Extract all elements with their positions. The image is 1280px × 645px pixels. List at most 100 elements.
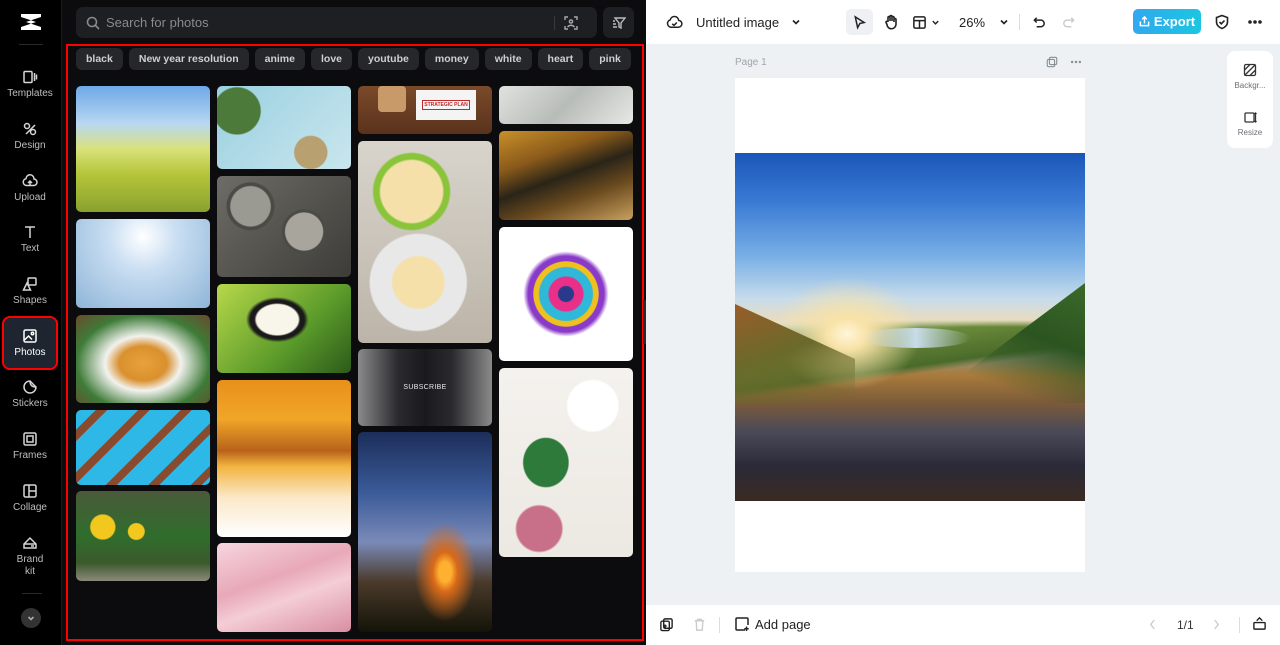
rail-more-button[interactable]	[21, 608, 41, 628]
search-input[interactable]	[106, 15, 546, 30]
rail-item-collage[interactable]: Collage	[4, 473, 56, 523]
select-tool-button[interactable]	[846, 9, 873, 35]
canvas-photo[interactable]	[735, 153, 1085, 501]
add-page-label: Add page	[755, 616, 811, 632]
suggestion-chips: black New year resolution anime love you…	[76, 48, 631, 70]
page-duplicate-button[interactable]	[1046, 56, 1058, 68]
photo-tile[interactable]	[76, 315, 210, 403]
photo-tile[interactable]	[76, 491, 210, 581]
photo-tile[interactable]	[217, 380, 351, 537]
layout-menu-button[interactable]	[912, 11, 940, 33]
photo-tile[interactable]	[76, 410, 210, 485]
photo-tile[interactable]	[358, 432, 492, 632]
rail-item-upload[interactable]: Upload	[4, 163, 56, 213]
filter-button[interactable]	[603, 7, 634, 38]
chip-love[interactable]: love	[311, 48, 353, 70]
rail-item-design[interactable]: Design	[4, 111, 56, 161]
pages-panel-icon	[1253, 616, 1266, 630]
page-more-button[interactable]	[1070, 56, 1082, 68]
rail-item-label: Shapes	[13, 294, 47, 306]
duplicate-icon	[660, 618, 673, 632]
photo-tile[interactable]	[217, 284, 351, 373]
photo-tile[interactable]	[499, 368, 633, 557]
rail-item-templates[interactable]: Templates	[4, 59, 56, 109]
chip-anime[interactable]: anime	[254, 48, 305, 70]
share-upload-icon	[1139, 16, 1150, 27]
delete-page-button[interactable]	[692, 617, 707, 632]
zoom-value: 26%	[959, 14, 986, 30]
chip-money[interactable]: money	[424, 48, 479, 70]
page-indicator: 1/1	[1177, 618, 1194, 632]
rail-item-stickers[interactable]: Stickers	[4, 369, 56, 419]
photo-tile[interactable]	[76, 86, 210, 212]
photo-icon	[22, 328, 38, 344]
capcut-logo-icon[interactable]	[18, 11, 44, 33]
photo-results-area: black New year resolution anime love you…	[66, 44, 644, 641]
canvas-page[interactable]	[735, 78, 1085, 572]
chevron-right-icon	[1214, 619, 1220, 630]
chip-black[interactable]: black	[76, 48, 123, 70]
more-options-button[interactable]	[1244, 11, 1266, 33]
trash-icon	[694, 618, 705, 631]
chevron-down-icon	[1000, 19, 1008, 25]
photo-tile[interactable]	[217, 86, 351, 169]
photo-tile[interactable]	[358, 141, 492, 343]
rail-item-photos[interactable]: Photos	[2, 316, 58, 370]
chip-new-year-resolution[interactable]: New year resolution	[128, 48, 249, 70]
resize-tool-button[interactable]: Resize	[1227, 110, 1273, 137]
rail-item-label: Design	[14, 139, 46, 151]
photo-tile[interactable]	[499, 227, 633, 361]
photo-tile[interactable]	[76, 219, 210, 308]
rail-item-frames[interactable]: Frames	[4, 421, 56, 471]
more-horizontal-icon	[1070, 60, 1082, 64]
search-icon	[86, 16, 100, 30]
chip-pink[interactable]: pink	[589, 48, 631, 70]
chevron-down-icon	[27, 616, 35, 621]
photos-panel: black New year resolution anime love you…	[62, 0, 646, 645]
rail-item-label: Collage	[13, 501, 47, 513]
next-page-button[interactable]	[1212, 617, 1221, 632]
add-page-button[interactable]: Add page	[734, 616, 811, 632]
stamp-text: STRATEGIC PLAN	[422, 100, 470, 110]
redo-button[interactable]	[1058, 12, 1078, 32]
chip-heart[interactable]: heart	[537, 48, 584, 70]
chip-youtube[interactable]: youtube	[358, 48, 419, 70]
rail-item-label: Upload	[14, 191, 46, 203]
river-highlight	[861, 328, 971, 348]
toolbar-divider	[1239, 617, 1240, 633]
document-title[interactable]: Untitled image	[696, 13, 801, 31]
shield-button[interactable]	[1211, 11, 1233, 33]
design-icon	[22, 121, 38, 137]
hand-tool-button[interactable]	[880, 11, 902, 33]
photo-tile[interactable]	[499, 86, 633, 124]
pages-panel-toggle[interactable]	[1252, 616, 1267, 631]
photo-tile[interactable]: SUBSCRIBE	[358, 349, 492, 426]
photo-tile[interactable]	[217, 543, 351, 632]
chevron-left-icon	[1149, 619, 1155, 630]
more-horizontal-icon	[1248, 20, 1262, 24]
export-button[interactable]: Export	[1133, 9, 1201, 34]
rail-item-shapes[interactable]: Shapes	[4, 266, 56, 316]
undo-button[interactable]	[1029, 12, 1049, 32]
undo-icon	[1032, 16, 1045, 27]
hand-icon	[885, 14, 897, 30]
rail-item-label: Photos	[14, 346, 46, 358]
subscribe-text: SUBSCRIBE	[403, 384, 447, 391]
stamp-handle	[378, 86, 406, 112]
prev-page-button[interactable]	[1148, 617, 1157, 632]
photo-tile[interactable]: STRATEGIC PLAN	[358, 86, 492, 134]
foreground-shrubs	[735, 304, 855, 403]
background-tool-button[interactable]: Backgr...	[1227, 63, 1273, 90]
zoom-level[interactable]: 26%	[959, 13, 1009, 31]
cloud-save-icon[interactable]	[665, 13, 683, 31]
duplicate-page-button[interactable]	[659, 617, 674, 632]
chevron-down-icon	[932, 20, 939, 25]
photo-tile[interactable]	[499, 131, 633, 220]
image-search-icon[interactable]	[563, 15, 579, 31]
rail-item-text[interactable]: Text	[4, 214, 56, 264]
chip-white[interactable]: white	[484, 48, 532, 70]
photo-tile[interactable]	[217, 176, 351, 277]
rail-item-brand-kit[interactable]: Brand kit	[4, 528, 56, 584]
pointer-icon	[854, 14, 867, 30]
document-title-text: Untitled image	[696, 14, 780, 30]
